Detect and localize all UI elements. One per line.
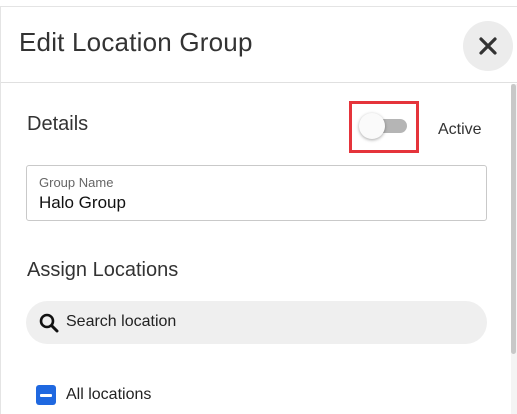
group-name-label: Group Name — [39, 175, 114, 190]
all-locations-label[interactable]: All locations — [66, 386, 151, 404]
search-icon — [39, 313, 59, 333]
search-placeholder: Search location — [66, 313, 177, 330]
assign-locations-heading: Assign Locations — [27, 259, 179, 281]
indeterminate-dash-icon — [40, 394, 52, 397]
active-toggle-label: Active — [438, 121, 482, 138]
all-locations-checkbox[interactable] — [36, 385, 56, 405]
active-toggle[interactable] — [359, 113, 409, 139]
group-name-field[interactable]: Group Name Halo Group — [26, 165, 487, 221]
group-name-value[interactable]: Halo Group — [39, 193, 126, 213]
close-icon — [479, 37, 497, 55]
toggle-knob — [359, 113, 385, 139]
details-heading: Details — [27, 113, 89, 135]
scrollbar-thumb[interactable] — [511, 84, 516, 354]
search-location-input[interactable]: Search location — [26, 301, 487, 344]
dialog-header: Edit Location Group — [1, 7, 517, 83]
dialog-title: Edit Location Group — [19, 27, 253, 57]
close-button[interactable] — [463, 21, 513, 71]
